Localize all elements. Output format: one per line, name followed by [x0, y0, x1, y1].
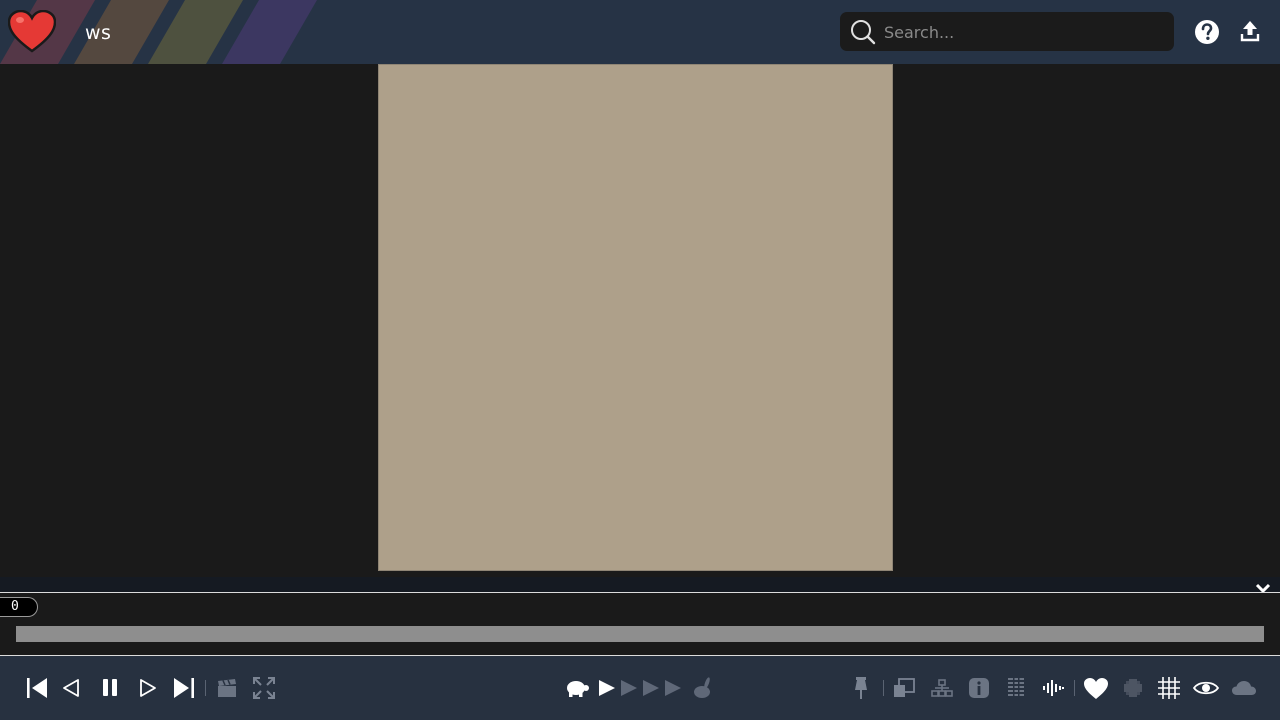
toolbar-separator [1074, 680, 1075, 696]
clapperboard-icon[interactable] [217, 678, 237, 698]
audio-wave-icon[interactable] [1042, 680, 1064, 696]
app-title: ws [85, 22, 112, 44]
help-icon[interactable] [1194, 19, 1220, 45]
fullscreen-icon[interactable] [253, 677, 275, 699]
speed-3-icon[interactable] [642, 679, 660, 697]
search-input[interactable] [884, 19, 1164, 45]
hierarchy-icon[interactable] [931, 679, 953, 697]
first-frame-icon[interactable] [26, 677, 48, 699]
animation-canvas[interactable] [378, 64, 893, 571]
heart-logo-icon[interactable] [8, 10, 56, 54]
last-frame-icon[interactable] [173, 677, 195, 699]
blur-icon[interactable] [1123, 678, 1143, 698]
step-forward-icon[interactable] [139, 678, 157, 698]
animation-viewer [0, 64, 1280, 577]
upload-icon[interactable] [1240, 20, 1260, 42]
timeline: 0 [0, 593, 1280, 655]
info-icon[interactable] [968, 677, 990, 699]
cloud-icon[interactable] [1231, 680, 1257, 696]
table-icon[interactable] [1007, 677, 1025, 699]
collapse-bar [0, 577, 1280, 592]
eye-icon[interactable] [1193, 680, 1219, 696]
onion-skin-icon[interactable] [893, 678, 915, 698]
speed-1-icon[interactable] [598, 679, 616, 697]
step-back-icon[interactable] [62, 678, 80, 698]
heart-icon[interactable] [1083, 677, 1109, 700]
playback-toolbar [0, 656, 1280, 720]
pause-icon[interactable] [102, 678, 118, 697]
rabbit-icon[interactable] [693, 677, 713, 699]
pin-icon[interactable] [852, 676, 870, 700]
search-icon [851, 20, 876, 45]
speed-2-icon[interactable] [620, 679, 638, 697]
app-header: ws [0, 0, 1280, 64]
toolbar-separator [205, 680, 206, 696]
frame-counter[interactable]: 0 [0, 597, 38, 617]
toolbar-separator [883, 680, 884, 696]
search-box[interactable] [840, 12, 1174, 51]
speed-4-icon[interactable] [664, 679, 682, 697]
grid-icon[interactable] [1158, 677, 1180, 699]
turtle-icon[interactable] [566, 678, 590, 698]
timeline-scrubber[interactable] [16, 626, 1264, 642]
